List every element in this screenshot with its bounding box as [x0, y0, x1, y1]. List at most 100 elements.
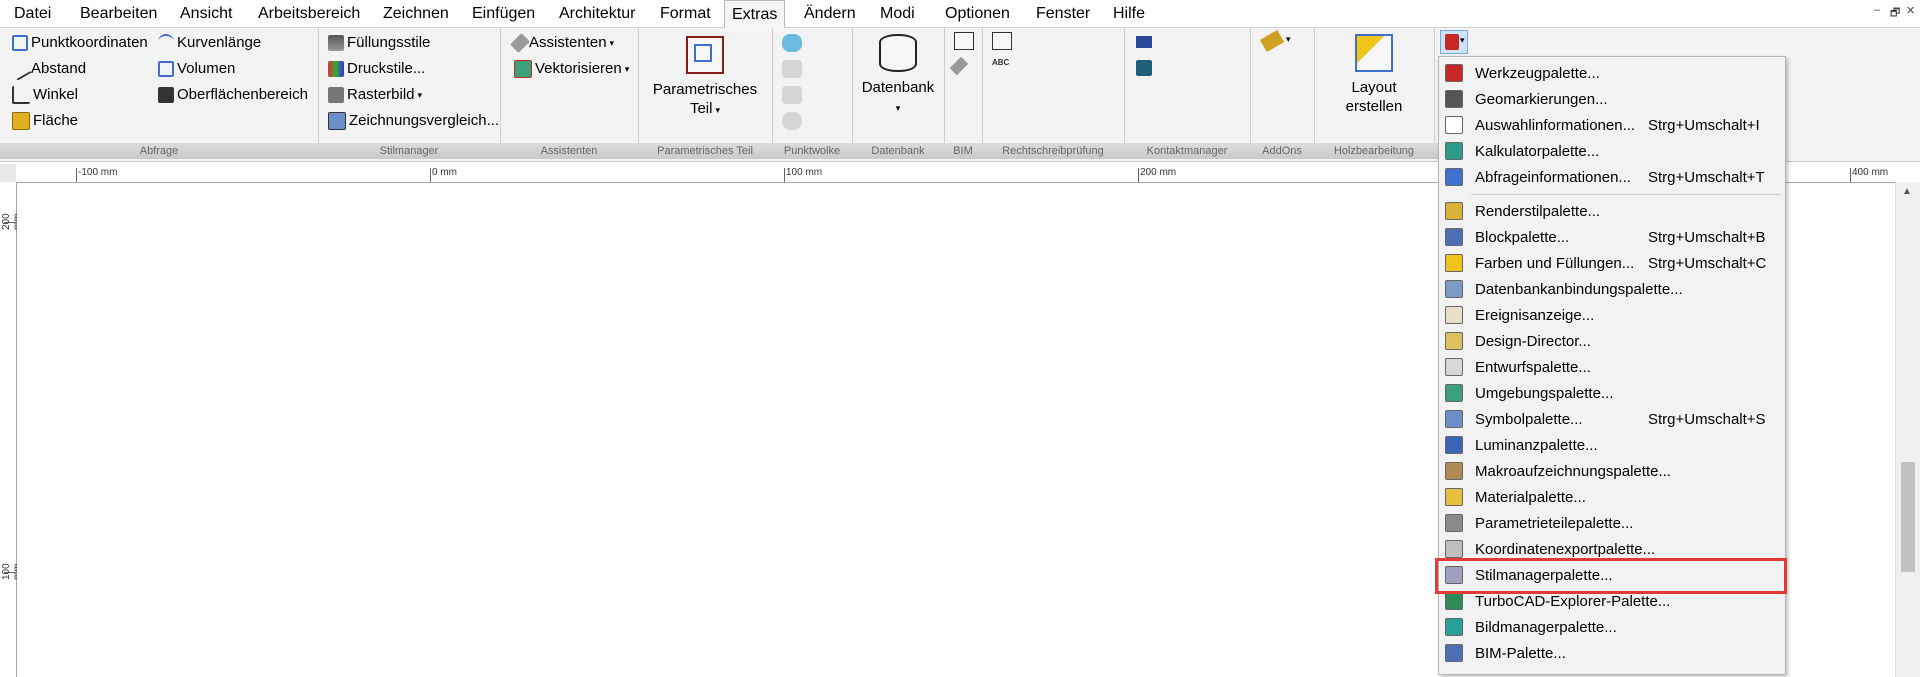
- dropdown-item[interactable]: Luminanzpalette...: [1439, 432, 1785, 458]
- scrollbar-thumb[interactable]: [1901, 462, 1915, 572]
- menu-einfuegen[interactable]: Einfügen: [465, 0, 542, 27]
- dropdown-item-label: Geomarkierungen...: [1475, 90, 1608, 108]
- dropdown-item[interactable]: Farben und Füllungen... Strg+Umschalt+C: [1439, 250, 1785, 276]
- mail-icon[interactable]: [1136, 36, 1152, 48]
- winkel-button[interactable]: Winkel: [12, 84, 78, 106]
- scroll-up-icon[interactable]: ▲: [1902, 186, 1912, 197]
- parametrisches-teil-button[interactable]: Parametrisches Teil ▾: [646, 36, 764, 120]
- chevron-down-icon: ▾: [609, 38, 615, 48]
- dropdown-item[interactable]: Kalkulatorpalette...: [1439, 138, 1785, 164]
- rasterbild-button[interactable]: Rasterbild ▾: [328, 84, 422, 106]
- bim-tool-icon[interactable]: [949, 56, 969, 76]
- layout-erstellen-button[interactable]: Layout erstellen: [1320, 34, 1428, 116]
- menu-datei[interactable]: Datei: [7, 0, 58, 27]
- query-info-icon: [1445, 168, 1463, 186]
- menu-modi[interactable]: Modi: [873, 0, 922, 27]
- dropdown-item[interactable]: Datenbankanbindungspalette...: [1439, 276, 1785, 302]
- vertical-scrollbar[interactable]: ▲: [1895, 182, 1920, 677]
- spellcheck-icon[interactable]: [992, 32, 1012, 50]
- abstand-button[interactable]: Abstand: [8, 57, 87, 81]
- dropdown-item[interactable]: Bildmanagerpalette...: [1439, 614, 1785, 640]
- menu-zeichnen[interactable]: Zeichnen: [376, 0, 456, 27]
- menu-extras[interactable]: Extras: [724, 0, 786, 28]
- flaeche-button[interactable]: Fläche: [12, 110, 78, 132]
- dropdown-item-label: Blockpalette...: [1475, 228, 1570, 246]
- point-cloud-disabled-icon: [782, 60, 802, 78]
- menu-architektur[interactable]: Architektur: [552, 0, 642, 27]
- menu-fenster[interactable]: Fenster: [1029, 0, 1097, 27]
- menu-arbeitsbereich[interactable]: Arbeitsbereich: [251, 0, 367, 27]
- raster-image-icon: [328, 87, 344, 103]
- group-rechtschreibpruefung: ABC Rechtschreibprüfung: [982, 28, 1125, 159]
- menu-hilfe[interactable]: Hilfe: [1106, 0, 1152, 27]
- contact-book-icon[interactable]: [1136, 60, 1152, 76]
- dropdown-item[interactable]: Ereignisanzeige...: [1439, 302, 1785, 328]
- minimize-icon[interactable]: –: [1874, 4, 1880, 16]
- database-icon: [879, 34, 917, 72]
- addon-icon[interactable]: [1259, 29, 1285, 53]
- menu-ansicht[interactable]: Ansicht: [173, 0, 239, 27]
- restore-icon[interactable]: 🗗: [1890, 4, 1900, 23]
- fuellungsstile-button[interactable]: Füllungsstile: [328, 32, 430, 54]
- dropdown-item[interactable]: Abfrageinformationen... Strg+Umschalt+T: [1439, 164, 1785, 190]
- symbol-icon: [1445, 410, 1463, 428]
- dropdown-item[interactable]: Werkzeugpalette...: [1439, 60, 1785, 86]
- oberflaechenbereich-label: Oberflächenbereich: [177, 86, 308, 103]
- dropdown-item[interactable]: Materialpalette...: [1439, 484, 1785, 510]
- dropdown-item-label: Kalkulatorpalette...: [1475, 142, 1600, 160]
- group-bim: BIM: [944, 28, 983, 159]
- dropdown-item[interactable]: Parametrieteilepalette...: [1439, 510, 1785, 536]
- group-label-holzbearbeitung: Holzbearbeitung: [1314, 143, 1434, 159]
- dropdown-item-label: Ereignisanzeige...: [1475, 306, 1595, 324]
- volumen-button[interactable]: Volumen: [158, 58, 235, 80]
- dropdown-item-label: Makroaufzeichnungspalette...: [1475, 462, 1671, 480]
- close-icon[interactable]: ✕: [1906, 4, 1915, 17]
- point-cloud-icon[interactable]: [782, 34, 802, 52]
- explorer-icon: [1445, 592, 1463, 610]
- macro-record-icon: [1445, 462, 1463, 480]
- luminance-icon: [1445, 436, 1463, 454]
- group-label-parametrisches-teil: Parametrisches Teil: [638, 143, 772, 159]
- menu-bearbeiten[interactable]: Bearbeiten: [73, 0, 164, 27]
- ruler-label: 400 mm: [1852, 167, 1889, 178]
- group-label-bim: BIM: [944, 143, 982, 159]
- area-icon: [12, 112, 30, 130]
- wizard-icon: [510, 33, 530, 53]
- abc-check-icon[interactable]: ABC: [992, 58, 1010, 74]
- dropdown-item[interactable]: Makroaufzeichnungspalette...: [1439, 458, 1785, 484]
- ruler-corner[interactable]: [0, 164, 17, 183]
- menu-aendern[interactable]: Ändern: [797, 0, 863, 27]
- dropdown-item[interactable]: BIM-Palette...: [1439, 640, 1785, 666]
- assistenten-button[interactable]: Assistenten ▾: [510, 32, 615, 54]
- bim-icon[interactable]: [954, 32, 974, 50]
- kurvenlaenge-button[interactable]: Kurvenlänge: [158, 32, 261, 54]
- dropdown-item[interactable]: Renderstilpalette...: [1439, 198, 1785, 224]
- zeichnungsvergleich-button[interactable]: Zeichnungsvergleich...: [328, 110, 499, 132]
- chevron-down-icon: ▾: [895, 103, 901, 113]
- block-icon: [1445, 228, 1463, 246]
- abstand-label: Abstand: [31, 60, 87, 77]
- palettes-dropdown-button[interactable]: ▾: [1440, 30, 1468, 54]
- colors-fills-icon: [1445, 254, 1463, 272]
- oberflaechenbereich-button[interactable]: Oberflächenbereich: [158, 84, 308, 106]
- dropdown-item[interactable]: Design-Director...: [1439, 328, 1785, 354]
- dropdown-item[interactable]: Entwurfspalette...: [1439, 354, 1785, 380]
- punktkoordinaten-button[interactable]: Punktkoordinaten: [12, 32, 148, 54]
- vektorisieren-button[interactable]: Vektorisieren ▾: [514, 58, 629, 80]
- dropdown-item-label: Entwurfspalette...: [1475, 358, 1591, 376]
- calculator-icon: [1445, 142, 1463, 160]
- toolbox-icon: [1445, 34, 1459, 50]
- druckstile-button[interactable]: Druckstile...: [328, 58, 425, 80]
- coordinates-icon: [12, 35, 28, 51]
- group-stilmanager: Füllungsstile Druckstile... Rasterbild ▾ …: [318, 28, 501, 159]
- chevron-down-icon: ▾: [624, 64, 630, 74]
- dropdown-item[interactable]: Blockpalette... Strg+Umschalt+B: [1439, 224, 1785, 250]
- dropdown-item[interactable]: Geomarkierungen...: [1439, 86, 1785, 112]
- dropdown-item[interactable]: Symbolpalette... Strg+Umschalt+S: [1439, 406, 1785, 432]
- datenbank-button[interactable]: Datenbank ▾: [856, 34, 940, 118]
- dropdown-item-label: Datenbankanbindungspalette...: [1475, 280, 1683, 298]
- menu-format[interactable]: Format: [653, 0, 718, 27]
- dropdown-item[interactable]: Auswahlinformationen... Strg+Umschalt+I: [1439, 112, 1785, 138]
- dropdown-item[interactable]: Umgebungspalette...: [1439, 380, 1785, 406]
- menu-optionen[interactable]: Optionen: [938, 0, 1017, 27]
